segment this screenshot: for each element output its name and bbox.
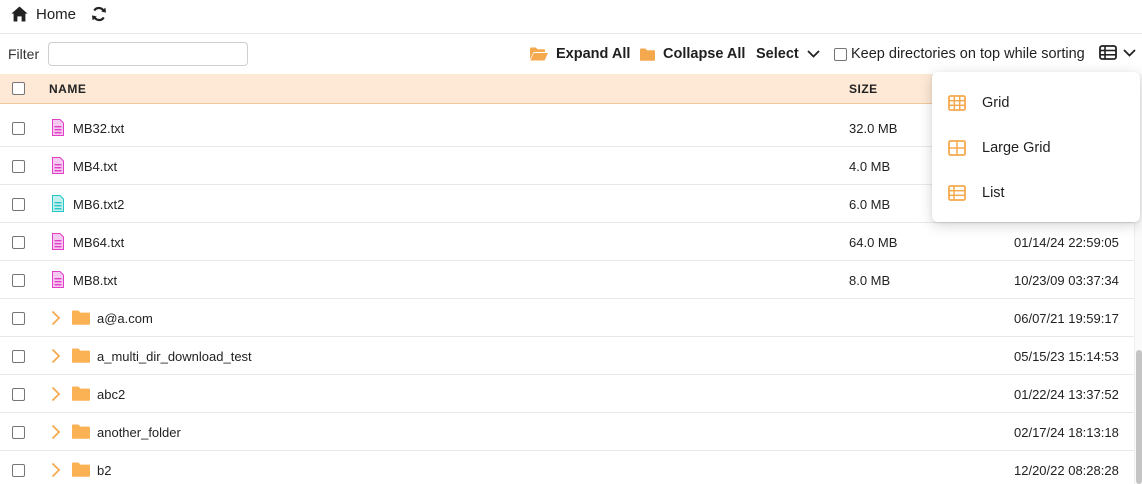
text-file-icon <box>52 157 64 174</box>
folder-icon <box>72 462 90 477</box>
folder-icon <box>640 48 655 61</box>
select-label: Select <box>756 46 799 62</box>
item-size: 8.0 MB <box>849 273 891 288</box>
item-modified-date: 01/14/24 22:59:05 <box>1014 235 1119 250</box>
item-name[interactable]: a@a.com <box>97 311 153 326</box>
row-checkbox[interactable] <box>12 426 25 439</box>
item-name[interactable]: abc2 <box>97 387 125 402</box>
chevron-right-icon[interactable] <box>51 424 61 440</box>
item-size: 64.0 MB <box>849 235 898 250</box>
text-file-icon <box>52 233 64 250</box>
view-mode-button[interactable] <box>1099 45 1136 60</box>
row-checkbox[interactable] <box>12 464 25 477</box>
item-name[interactable]: MB64.txt <box>73 235 124 250</box>
grid-icon <box>948 95 966 111</box>
row-checkbox[interactable] <box>12 388 25 401</box>
file-row[interactable]: MB64.txt 64.0 MB 01/14/24 22:59:05 <box>0 223 1134 261</box>
folder-icon <box>72 424 90 439</box>
item-name[interactable]: a_multi_dir_download_test <box>97 349 252 364</box>
chevron-right-icon[interactable] <box>51 310 61 326</box>
text-file-icon <box>52 195 64 212</box>
item-name[interactable]: another_folder <box>97 425 181 440</box>
row-checkbox[interactable] <box>12 312 25 325</box>
chevron-down-icon <box>807 50 820 58</box>
chevron-right-icon[interactable] <box>51 348 61 364</box>
expand-all-label: Expand All <box>556 46 631 62</box>
row-checkbox[interactable] <box>12 350 25 363</box>
folder-icon <box>72 310 90 325</box>
item-modified-date: 12/20/22 08:28:28 <box>1014 463 1119 478</box>
folder-row[interactable]: another_folder 02/17/24 18:13:18 <box>0 413 1134 451</box>
item-modified-date: 01/22/24 13:37:52 <box>1014 387 1119 402</box>
menu-item-label: Large Grid <box>982 140 1051 156</box>
item-modified-date: 10/23/09 03:37:34 <box>1014 273 1119 288</box>
menu-item-grid[interactable]: Grid <box>932 83 1140 123</box>
item-name[interactable]: b2 <box>97 463 111 478</box>
folder-row[interactable]: a@a.com 06/07/21 19:59:17 <box>0 299 1134 337</box>
menu-item-list[interactable]: List <box>932 173 1140 213</box>
row-checkbox[interactable] <box>12 160 25 173</box>
item-size: 4.0 MB <box>849 159 891 174</box>
item-name[interactable]: MB8.txt <box>73 273 117 288</box>
chevron-right-icon[interactable] <box>51 386 61 402</box>
folder-row[interactable]: a_multi_dir_download_test 05/15/23 15:14… <box>0 337 1134 375</box>
select-all-checkbox[interactable] <box>12 82 25 95</box>
top-bar: Home <box>0 0 1142 34</box>
item-modified-date: 05/15/23 15:14:53 <box>1014 349 1119 364</box>
file-row[interactable]: MB8.txt 8.0 MB 10/23/09 03:37:34 <box>0 261 1134 299</box>
collapse-all-button[interactable]: Collapse All <box>640 44 745 64</box>
large-grid-icon <box>948 140 966 156</box>
filter-input[interactable] <box>48 42 248 66</box>
row-checkbox[interactable] <box>12 198 25 211</box>
item-size: 32.0 MB <box>849 121 898 136</box>
keep-dirs-label: Keep directories on top while sorting <box>851 46 1085 62</box>
select-dropdown-button[interactable]: Select <box>756 44 820 64</box>
keep-dirs-on-top-option: Keep directories on top while sorting <box>834 46 1085 62</box>
keep-dirs-checkbox[interactable] <box>834 47 847 61</box>
chevron-down-icon <box>1123 48 1136 57</box>
folder-open-icon <box>530 47 548 61</box>
item-size: 6.0 MB <box>849 197 891 212</box>
view-mode-menu: Grid Large Grid List <box>932 72 1140 222</box>
collapse-all-label: Collapse All <box>663 46 746 62</box>
refresh-icon[interactable] <box>91 6 107 22</box>
column-header-name[interactable]: NAME <box>49 82 86 96</box>
item-modified-date: 06/07/21 19:59:17 <box>1014 311 1119 326</box>
folder-icon <box>72 348 90 363</box>
home-link[interactable]: Home <box>36 6 76 23</box>
item-name[interactable]: MB32.txt <box>73 121 124 136</box>
text-file-icon <box>52 119 64 136</box>
item-name[interactable]: MB4.txt <box>73 159 117 174</box>
item-modified-date: 02/17/24 18:13:18 <box>1014 425 1119 440</box>
menu-item-label: Grid <box>982 95 1010 111</box>
column-header-size[interactable]: SIZE <box>849 82 878 96</box>
menu-item-large-grid[interactable]: Large Grid <box>932 128 1140 168</box>
text-file-icon <box>52 271 64 288</box>
folder-icon <box>72 386 90 401</box>
table-view-icon <box>1099 45 1117 60</box>
chevron-right-icon[interactable] <box>51 462 61 478</box>
row-checkbox[interactable] <box>12 122 25 135</box>
row-checkbox[interactable] <box>12 236 25 249</box>
toolbar: Filter Expand All Collapse All Select Ke… <box>0 34 1142 74</box>
scrollbar-thumb[interactable] <box>1136 350 1142 484</box>
folder-row[interactable]: b2 12/20/22 08:28:28 <box>0 451 1134 484</box>
expand-all-button[interactable]: Expand All <box>530 44 630 64</box>
row-checkbox[interactable] <box>12 274 25 287</box>
home-icon[interactable] <box>11 6 28 22</box>
filter-label: Filter <box>8 46 40 62</box>
menu-item-label: List <box>982 185 1005 201</box>
item-name[interactable]: MB6.txt2 <box>73 197 124 212</box>
list-icon <box>948 185 966 201</box>
folder-row[interactable]: abc2 01/22/24 13:37:52 <box>0 375 1134 413</box>
